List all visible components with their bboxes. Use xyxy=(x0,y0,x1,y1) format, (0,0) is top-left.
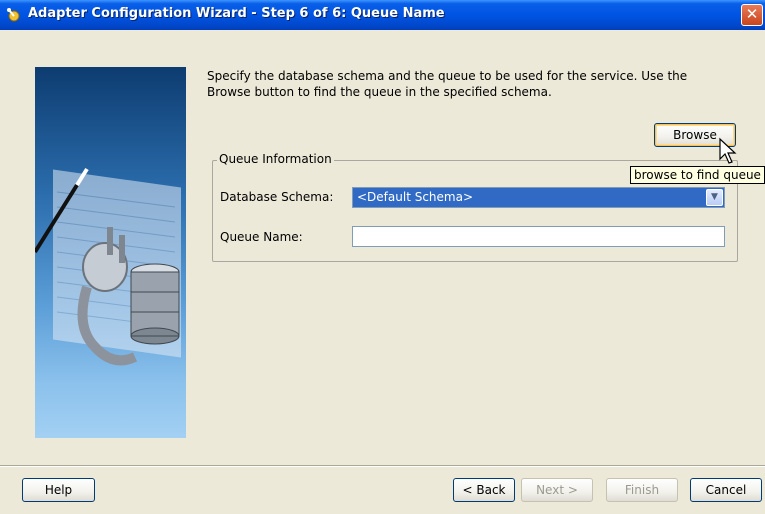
wizard-illustration xyxy=(35,67,186,438)
wizard-dialog: Adapter Configuration Wizard - Step 6 of… xyxy=(0,0,765,514)
queue-name-label: Queue Name: xyxy=(220,230,303,244)
finish-button[interactable]: Finish xyxy=(606,478,678,502)
mouse-cursor-icon xyxy=(719,137,737,164)
close-icon: ✕ xyxy=(745,5,759,23)
cancel-button[interactable]: Cancel xyxy=(690,478,762,502)
cancel-button-label: Cancel xyxy=(705,483,747,497)
intro-text: Specify the database schema and the queu… xyxy=(207,69,688,99)
footer-divider xyxy=(0,465,765,467)
browse-button-label: Browse xyxy=(673,128,717,142)
queue-name-input[interactable] xyxy=(352,226,725,247)
finish-button-label: Finish xyxy=(624,483,660,497)
close-button[interactable]: ✕ xyxy=(741,4,763,26)
help-button-label: Help xyxy=(44,483,73,497)
next-button[interactable]: Next > xyxy=(521,478,593,502)
wizard-icon xyxy=(7,8,20,22)
chevron-down-icon[interactable]: ▼ xyxy=(706,189,723,206)
queue-information-legend: Queue Information xyxy=(217,152,334,166)
help-button[interactable]: Help xyxy=(22,478,95,502)
title-bar[interactable]: Adapter Configuration Wizard - Step 6 of… xyxy=(0,0,765,30)
database-adapter-illustration xyxy=(35,167,181,366)
back-button-label: < Back xyxy=(462,483,506,497)
database-schema-value: <Default Schema> xyxy=(357,190,474,204)
database-schema-select[interactable]: <Default Schema> ▼ xyxy=(352,187,725,208)
window-title: Adapter Configuration Wizard - Step 6 of… xyxy=(28,6,445,21)
back-button[interactable]: < Back xyxy=(453,478,515,502)
browse-tooltip: browse to find queue xyxy=(630,166,765,184)
database-schema-label: Database Schema: xyxy=(220,190,334,204)
next-button-label: Next > xyxy=(536,483,578,497)
